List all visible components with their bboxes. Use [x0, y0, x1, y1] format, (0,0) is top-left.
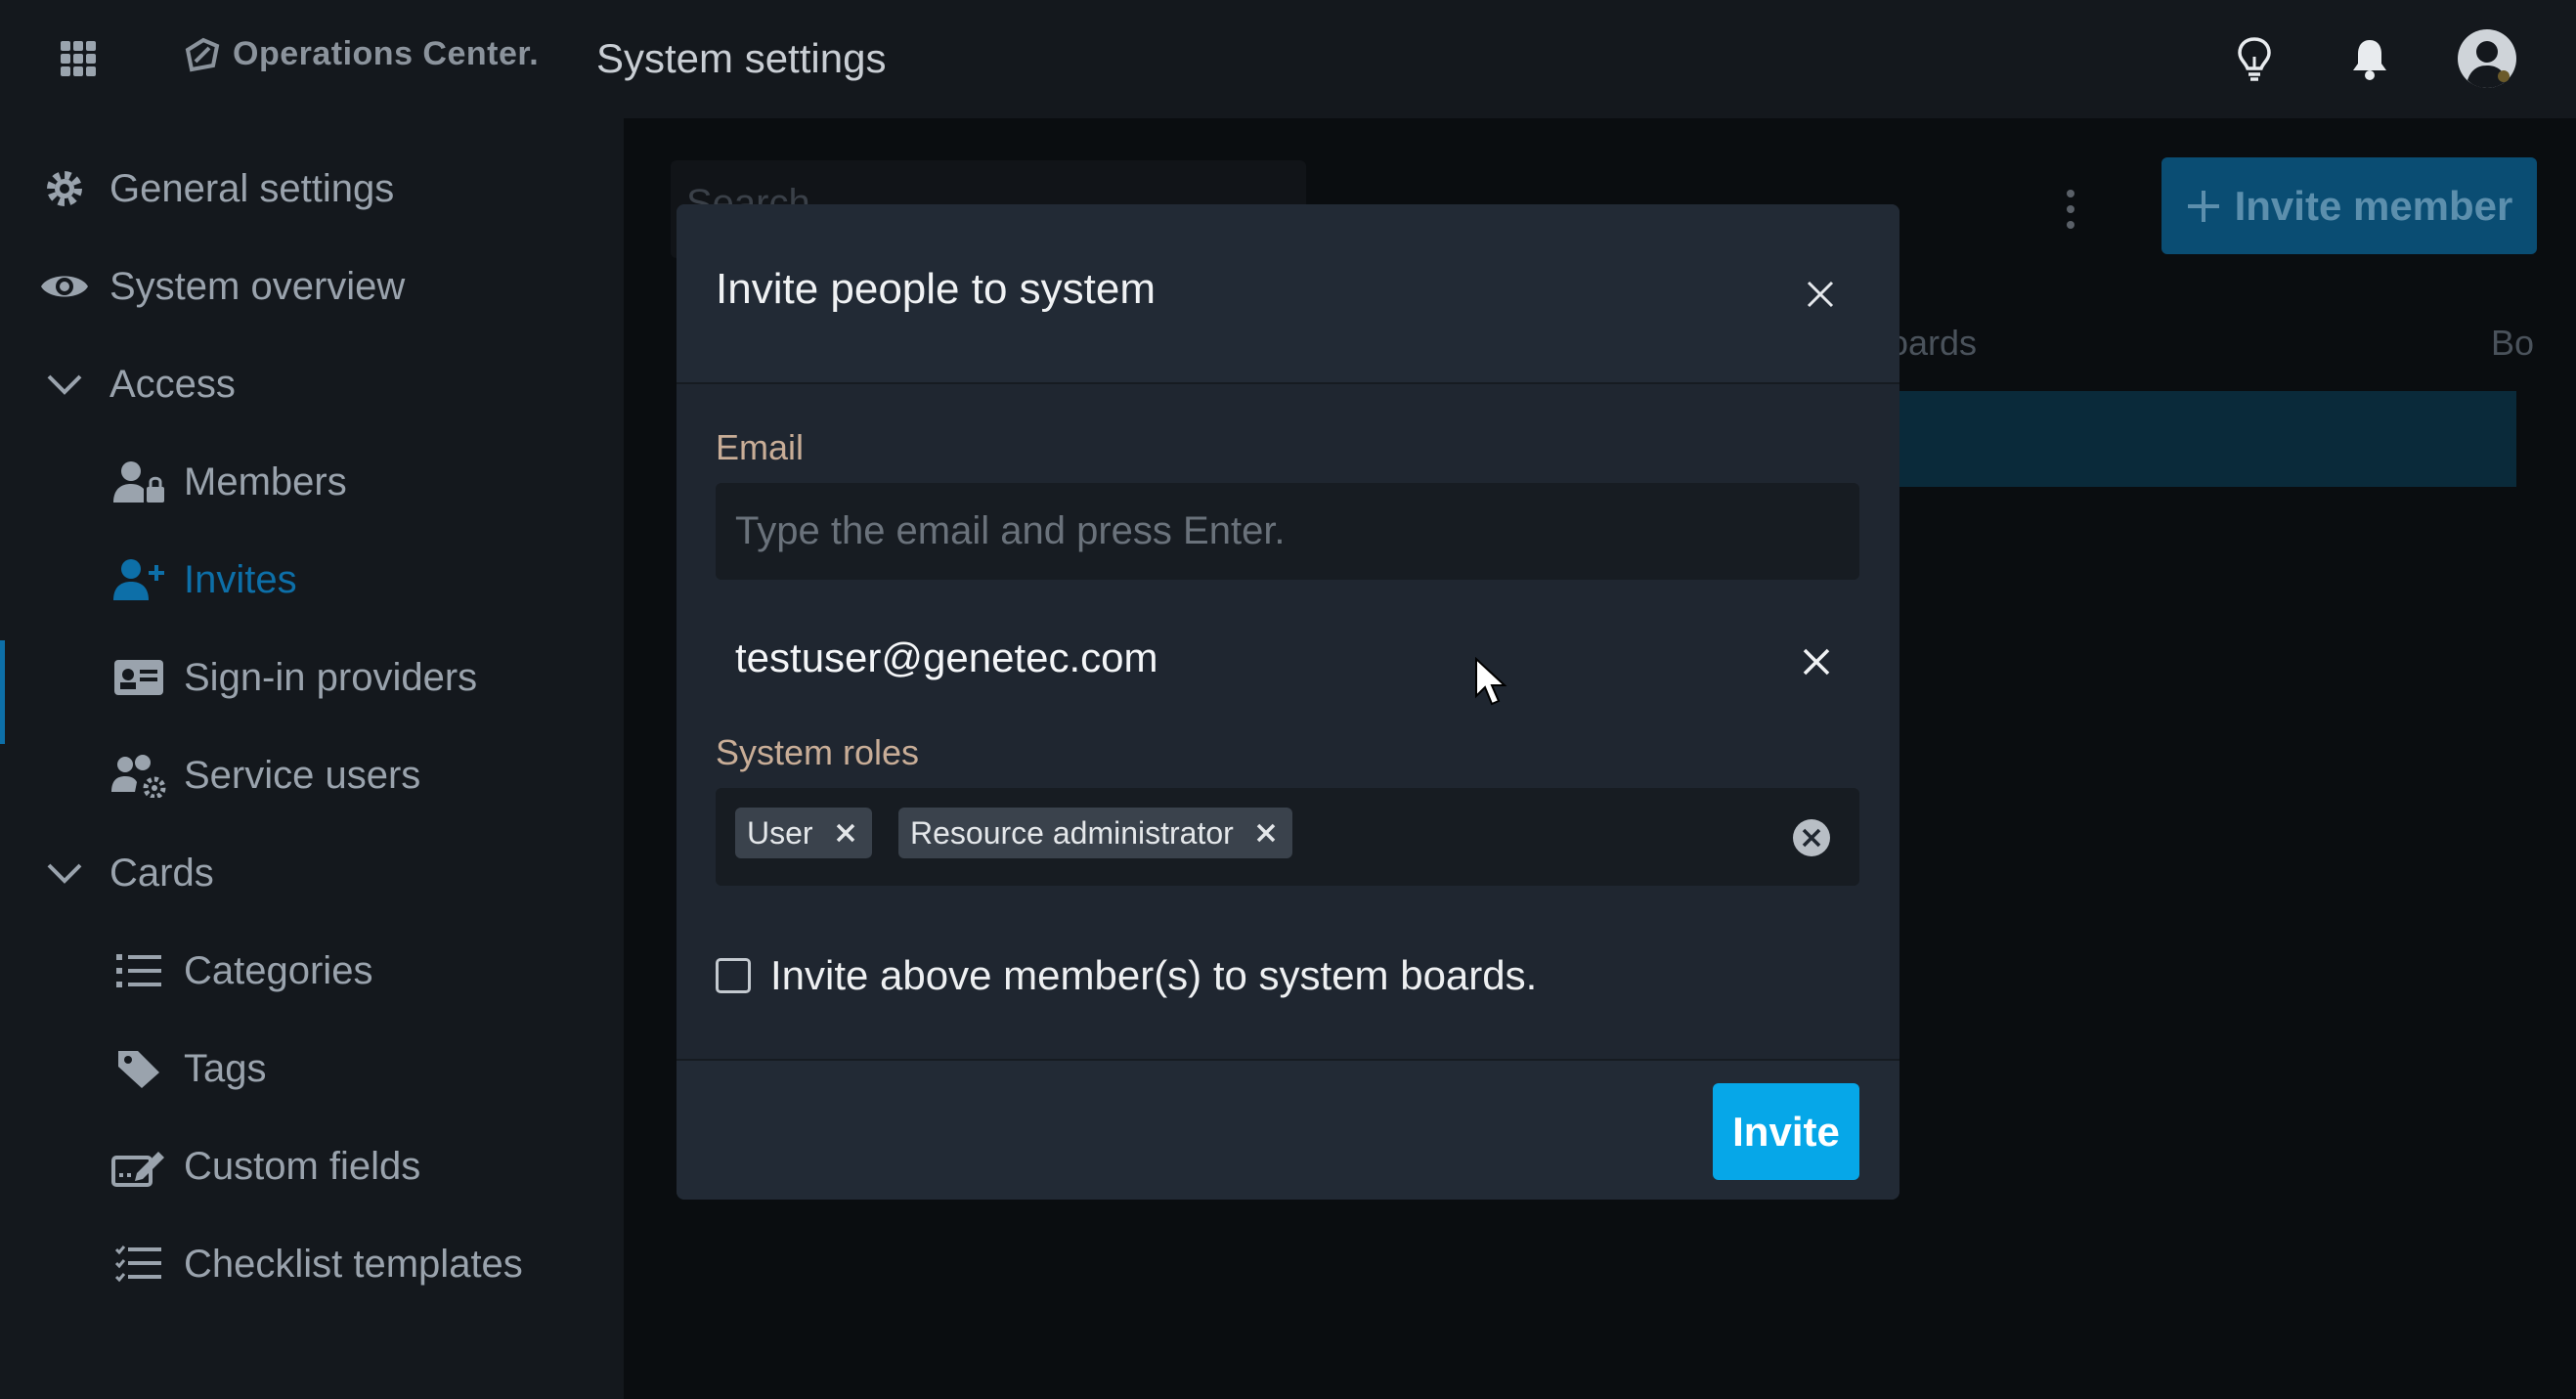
gear-icon — [35, 164, 94, 213]
sidebar-item-checklist-templates[interactable]: Checklist templates — [0, 1225, 624, 1303]
invite-to-boards-checkbox[interactable] — [716, 958, 751, 993]
email-label: Email — [716, 427, 805, 467]
role-tag-label: Resource administrator — [910, 814, 1234, 851]
bell-icon[interactable] — [2342, 31, 2397, 86]
sidebar-item-label: Service users — [184, 753, 421, 797]
invite-to-boards-label: Invite above member(s) to system boards. — [770, 952, 1538, 998]
role-tag-resource-administrator: Resource administrator — [898, 808, 1292, 858]
brand-name: Operations Center. — [233, 35, 540, 72]
email-field[interactable] — [716, 483, 1859, 580]
checklist-icon — [109, 1240, 168, 1289]
remove-email-icon[interactable] — [1789, 634, 1844, 689]
user-avatar-icon[interactable] — [2456, 27, 2518, 90]
column-header-b: Bo — [2491, 323, 2535, 363]
sidebar-item-label: Invites — [184, 557, 297, 601]
sidebar-item-members[interactable]: Members — [0, 443, 624, 521]
sidebar-item-custom-fields[interactable]: Custom fields — [0, 1127, 624, 1205]
mouse-cursor-icon — [1475, 657, 1507, 706]
system-roles-select[interactable]: User Resource administrator — [716, 788, 1859, 886]
clear-roles-icon[interactable] — [1792, 818, 1831, 857]
plus-icon — [2187, 190, 2219, 222]
form-edit-icon — [109, 1142, 168, 1191]
sidebar-item-label: Members — [184, 459, 347, 503]
table-row[interactable] — [1897, 391, 2516, 487]
sidebar-item-label: System overview — [109, 264, 406, 308]
column-header-boards: oards — [1889, 323, 1978, 363]
sidebar-item-label: Access — [109, 362, 236, 406]
sidebar-item-system-overview[interactable]: System overview — [0, 247, 624, 326]
email-entry: testuser@genetec.com — [735, 634, 1158, 680]
invite-member-label: Invite member — [2234, 182, 2513, 229]
sidebar-item-label: Checklist templates — [184, 1242, 523, 1286]
system-roles-label: System roles — [716, 732, 920, 772]
sidebar-item-service-users[interactable]: Service users — [0, 736, 624, 814]
sidebar-section-cards[interactable]: Cards — [0, 834, 624, 912]
role-tag-label: User — [747, 814, 813, 851]
chevron-down-icon — [35, 849, 94, 897]
role-tag-user: User — [735, 808, 872, 858]
sidebar-section-access[interactable]: Access — [0, 345, 624, 423]
sidebar-item-label: Categories — [184, 948, 373, 992]
sidebar-item-categories[interactable]: Categories — [0, 932, 624, 1010]
invite-to-boards-row[interactable]: Invite above member(s) to system boards. — [716, 952, 1537, 999]
sidebar-item-label: Cards — [109, 851, 214, 895]
sidebar: General settings System overview Access … — [0, 118, 624, 1399]
sidebar-item-invites[interactable]: Invites — [0, 541, 624, 619]
list-icon — [109, 946, 168, 995]
eye-icon — [35, 262, 94, 311]
user-lock-icon — [109, 458, 168, 506]
dialog-header: Invite people to system — [677, 204, 1899, 384]
remove-role-icon[interactable] — [831, 818, 860, 848]
remove-role-icon[interactable] — [1251, 818, 1281, 848]
users-gear-icon — [109, 751, 168, 800]
invite-button[interactable]: Invite — [1713, 1083, 1859, 1180]
close-icon[interactable] — [1791, 265, 1850, 324]
sidebar-item-tags[interactable]: Tags — [0, 1029, 624, 1108]
sidebar-item-label: Sign-in providers — [184, 655, 478, 699]
sidebar-item-label: Custom fields — [184, 1144, 421, 1188]
more-options-icon[interactable] — [2059, 186, 2082, 233]
invite-dialog: Invite people to system Email testuser@g… — [677, 204, 1899, 1200]
sidebar-item-label: Tags — [184, 1046, 267, 1090]
top-bar: Operations Center. System settings — [0, 0, 2576, 118]
brand-mark-icon — [185, 37, 220, 71]
invite-member-button[interactable]: Invite member — [2161, 157, 2537, 254]
apps-grid-icon[interactable] — [61, 41, 96, 76]
email-field-wrapper — [716, 483, 1859, 580]
chevron-down-icon — [35, 360, 94, 409]
sidebar-item-general-settings[interactable]: General settings — [0, 150, 624, 228]
sidebar-item-label: General settings — [109, 166, 395, 210]
sidebar-item-sign-in-providers[interactable]: Sign-in providers — [0, 638, 624, 717]
lightbulb-icon[interactable] — [2227, 31, 2282, 86]
dialog-title: Invite people to system — [716, 265, 1157, 313]
tag-icon — [109, 1044, 168, 1093]
id-card-icon — [109, 653, 168, 702]
page-title: System settings — [596, 35, 887, 81]
brand-logo[interactable]: Operations Center. — [184, 35, 539, 73]
user-plus-icon — [109, 555, 168, 604]
